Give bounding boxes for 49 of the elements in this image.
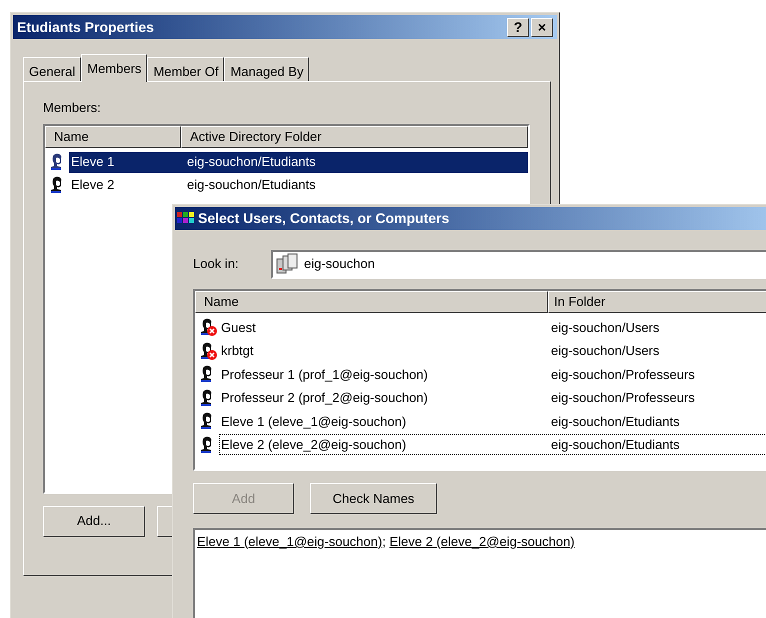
member-folder: eig-souchon/Etudiants (186, 176, 316, 194)
result-row[interactable]: Professeur 1 (prof_1@eig-souchon) eig-souchon/Professeurs (219, 364, 766, 385)
name-separator: ; (382, 532, 387, 551)
result-row[interactable]: Guest eig-souchon/Users (219, 316, 766, 338)
column-header[interactable]: Name (195, 290, 548, 313)
title-button[interactable]: × (531, 18, 553, 36)
member-row[interactable]: Eleve 2 eig-souchon/Etudiants (69, 174, 528, 196)
selection-box[interactable]: Eleve 1 (eleve_1@eig-souchon); Eleve 2 (eleve_2@eig-souchon) (193, 528, 766, 618)
member-folder: eig-souchon/Etudiants (186, 153, 316, 172)
result-folder: eig-souchon/Etudiants (551, 412, 680, 431)
result-row[interactable]: Professeur 2 (prof_2@eig-souchon) eig-souchon/Professeurs (219, 387, 766, 408)
dialog-button[interactable]: Add... (43, 506, 145, 536)
dialog-button[interactable]: Check Names (310, 482, 437, 514)
tab[interactable]: Members (81, 54, 148, 82)
look-in-value: eig-souchon (304, 255, 375, 274)
column-header[interactable]: Active Directory Folder (181, 126, 528, 148)
result-folder: eig-souchon/Users (551, 318, 660, 337)
member-row[interactable]: Eleve 1 eig-souchon/Etudiants (69, 152, 528, 172)
resolved-name: Eleve 1 (eleve_1@eig-souchon) (197, 532, 382, 551)
result-name: Eleve 2 (eleve_2@eig-souchon) (220, 436, 408, 454)
servers-icon (276, 253, 298, 276)
result-folder: eig-souchon/Professeurs (551, 366, 695, 384)
resolved-name: Eleve 2 (eleve_2@eig-souchon) (389, 532, 575, 551)
disabled-user-icon (199, 342, 217, 360)
window-title: Etudiants Properties (17, 18, 155, 37)
tab[interactable]: Member Of (147, 57, 224, 81)
column-header[interactable]: Name (45, 126, 181, 148)
result-name: Professeur 1 (prof_1@eig-souchon) (220, 366, 429, 384)
result-row[interactable]: krbtgt eig-souchon/Users (219, 340, 766, 362)
member-name: Eleve 2 (70, 176, 116, 194)
result-name: krbtgt (220, 342, 255, 360)
result-row[interactable]: Eleve 2 (eleve_2@eig-souchon) eig-souchon/Etudiants (219, 434, 766, 456)
result-folder: eig-souchon/Etudiants (551, 436, 680, 454)
dialog-title: Select Users, Contacts, or Computers (198, 208, 450, 228)
title-button[interactable]: ? (507, 18, 529, 36)
member-name: Eleve 1 (70, 153, 116, 172)
disabled-user-icon (199, 318, 217, 336)
result-name: Professeur 2 (prof_2@eig-souchon) (220, 389, 429, 408)
look-in-label: Look in: (193, 255, 240, 274)
column-header[interactable]: In Folder (548, 290, 766, 313)
result-row[interactable]: Eleve 1 (eleve_1@eig-souchon) eig-souchon/Etudiants (219, 410, 766, 432)
result-name: Eleve 1 (eleve_1@eig-souchon) (220, 412, 408, 431)
look-in-field[interactable]: eig-souchon (271, 250, 766, 279)
result-folder: eig-souchon/Users (551, 342, 660, 360)
tab[interactable]: General (23, 57, 82, 81)
members-label: Members: (43, 99, 102, 117)
tab[interactable]: Managed By (224, 57, 310, 81)
result-folder: eig-souchon/Professeurs (551, 389, 695, 408)
result-name: Guest (220, 318, 257, 337)
